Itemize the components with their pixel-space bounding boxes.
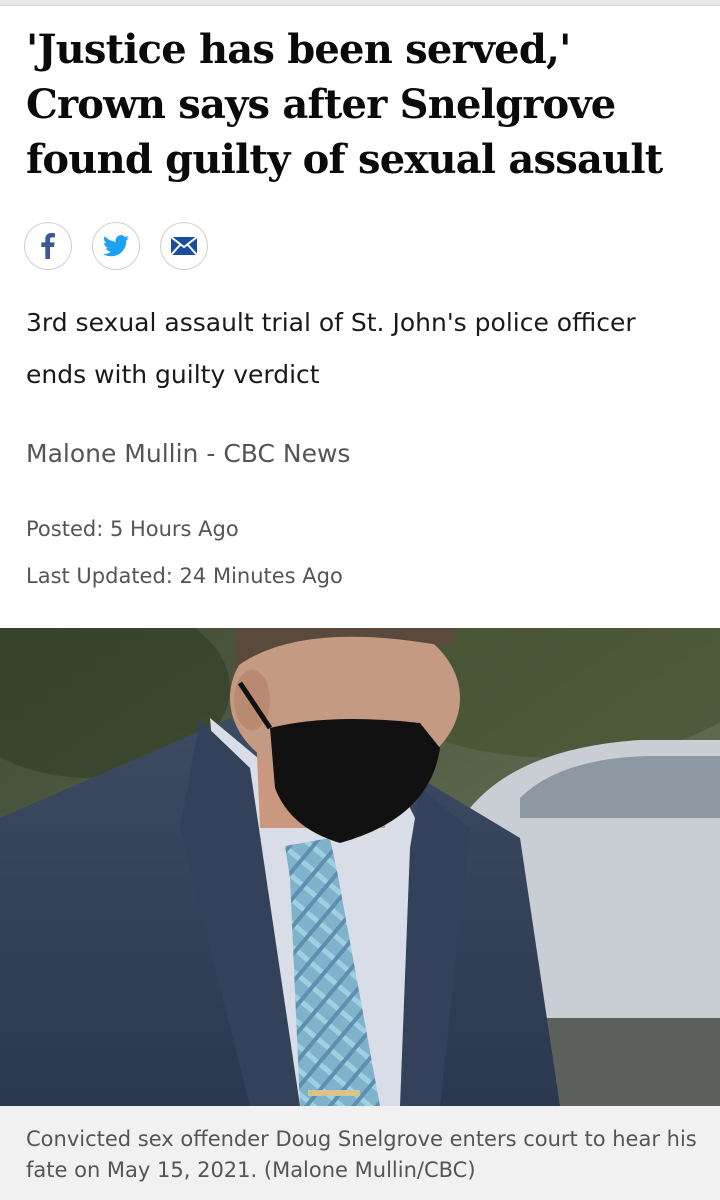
facebook-icon — [41, 233, 55, 259]
photo-caption: Convicted sex offender Doug Snelgrove en… — [26, 1127, 697, 1182]
share-facebook-button[interactable] — [24, 222, 72, 270]
article-subheadline: 3rd sexual assault trial of St. John's p… — [26, 308, 636, 389]
twitter-icon — [103, 235, 129, 257]
email-icon — [170, 236, 198, 256]
article-photo — [0, 628, 720, 1106]
share-email-button[interactable] — [160, 222, 208, 270]
caption-area: Convicted sex offender Doug Snelgrove en… — [0, 1106, 720, 1200]
updated-timestamp: Last Updated: 24 Minutes Ago — [26, 564, 343, 588]
share-bar — [24, 222, 208, 270]
share-twitter-button[interactable] — [92, 222, 140, 270]
article-headline: 'Justice has been served,' Crown says af… — [26, 26, 663, 183]
article-byline: Malone Mullin - CBC News — [26, 439, 351, 468]
top-divider — [0, 0, 720, 6]
posted-timestamp: Posted: 5 Hours Ago — [26, 517, 239, 541]
